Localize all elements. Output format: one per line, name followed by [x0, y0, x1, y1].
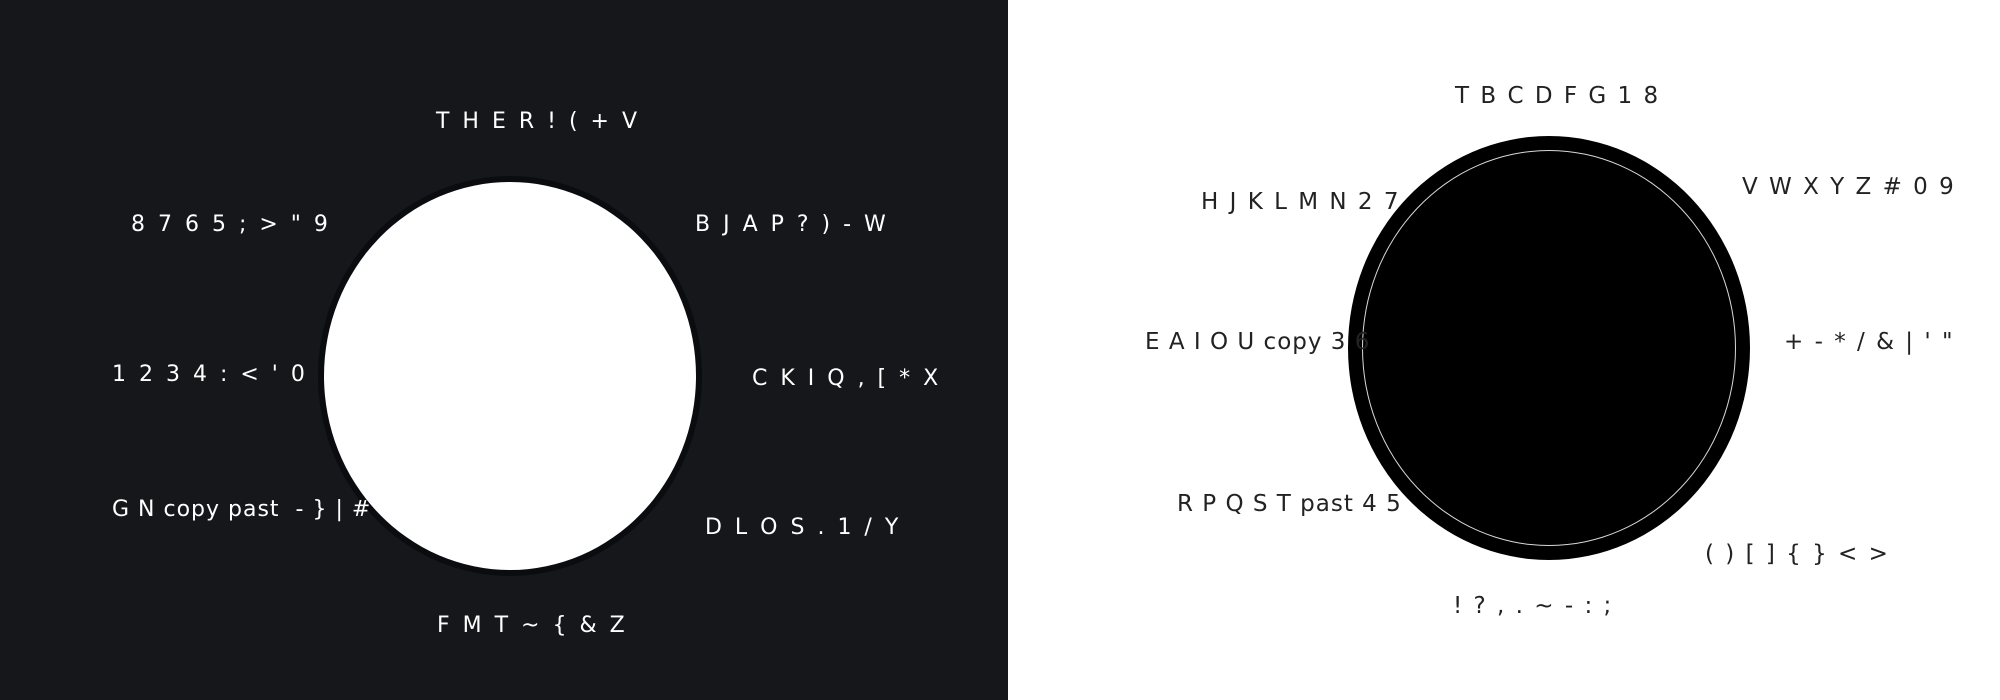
left-sector-bottom-left[interactable]: G N copy past - } | #	[112, 496, 371, 524]
right-circle-inner-line	[1362, 150, 1736, 546]
right-sector-right[interactable]: + - * / & | ' "	[1784, 328, 1955, 356]
right-keyboard-panel: T B C D F G 1 8 V W X Y Z # 0 9 + - * / …	[1008, 0, 2000, 700]
left-sector-top[interactable]: T H E R ! ( + V	[436, 108, 640, 136]
right-sector-bottom-right[interactable]: ( ) [ ] { } < >	[1705, 540, 1890, 568]
left-sector-bottom[interactable]: F M T ~ { & Z	[437, 612, 628, 640]
right-sector-bottom[interactable]: ! ? , . ~ - : ;	[1453, 592, 1613, 620]
right-sector-bottom-left[interactable]: R P Q S T past 4 5	[1177, 490, 1402, 518]
left-sector-right[interactable]: C K I Q , [ * X	[752, 365, 941, 393]
left-sector-left[interactable]: 1 2 3 4 : < ' 0	[112, 361, 308, 389]
left-sector-top-right[interactable]: B J A P ? ) - W	[695, 211, 889, 239]
left-keyboard-panel: T H E R ! ( + V B J A P ? ) - W C K I Q …	[0, 0, 1008, 700]
left-sector-bottom-right[interactable]: D L O S . 1 / Y	[705, 514, 901, 542]
right-sector-top-right[interactable]: V W X Y Z # 0 9	[1742, 173, 1956, 201]
right-sector-left[interactable]: E A I O U copy 3 6	[1145, 328, 1370, 356]
left-sector-top-left[interactable]: 8 7 6 5 ; > " 9	[131, 211, 331, 239]
right-sector-top-left[interactable]: H J K L M N 2 7	[1201, 188, 1400, 216]
right-center-circle[interactable]	[1348, 136, 1750, 560]
left-center-circle[interactable]	[318, 176, 702, 576]
right-sector-top[interactable]: T B C D F G 1 8	[1455, 82, 1660, 110]
